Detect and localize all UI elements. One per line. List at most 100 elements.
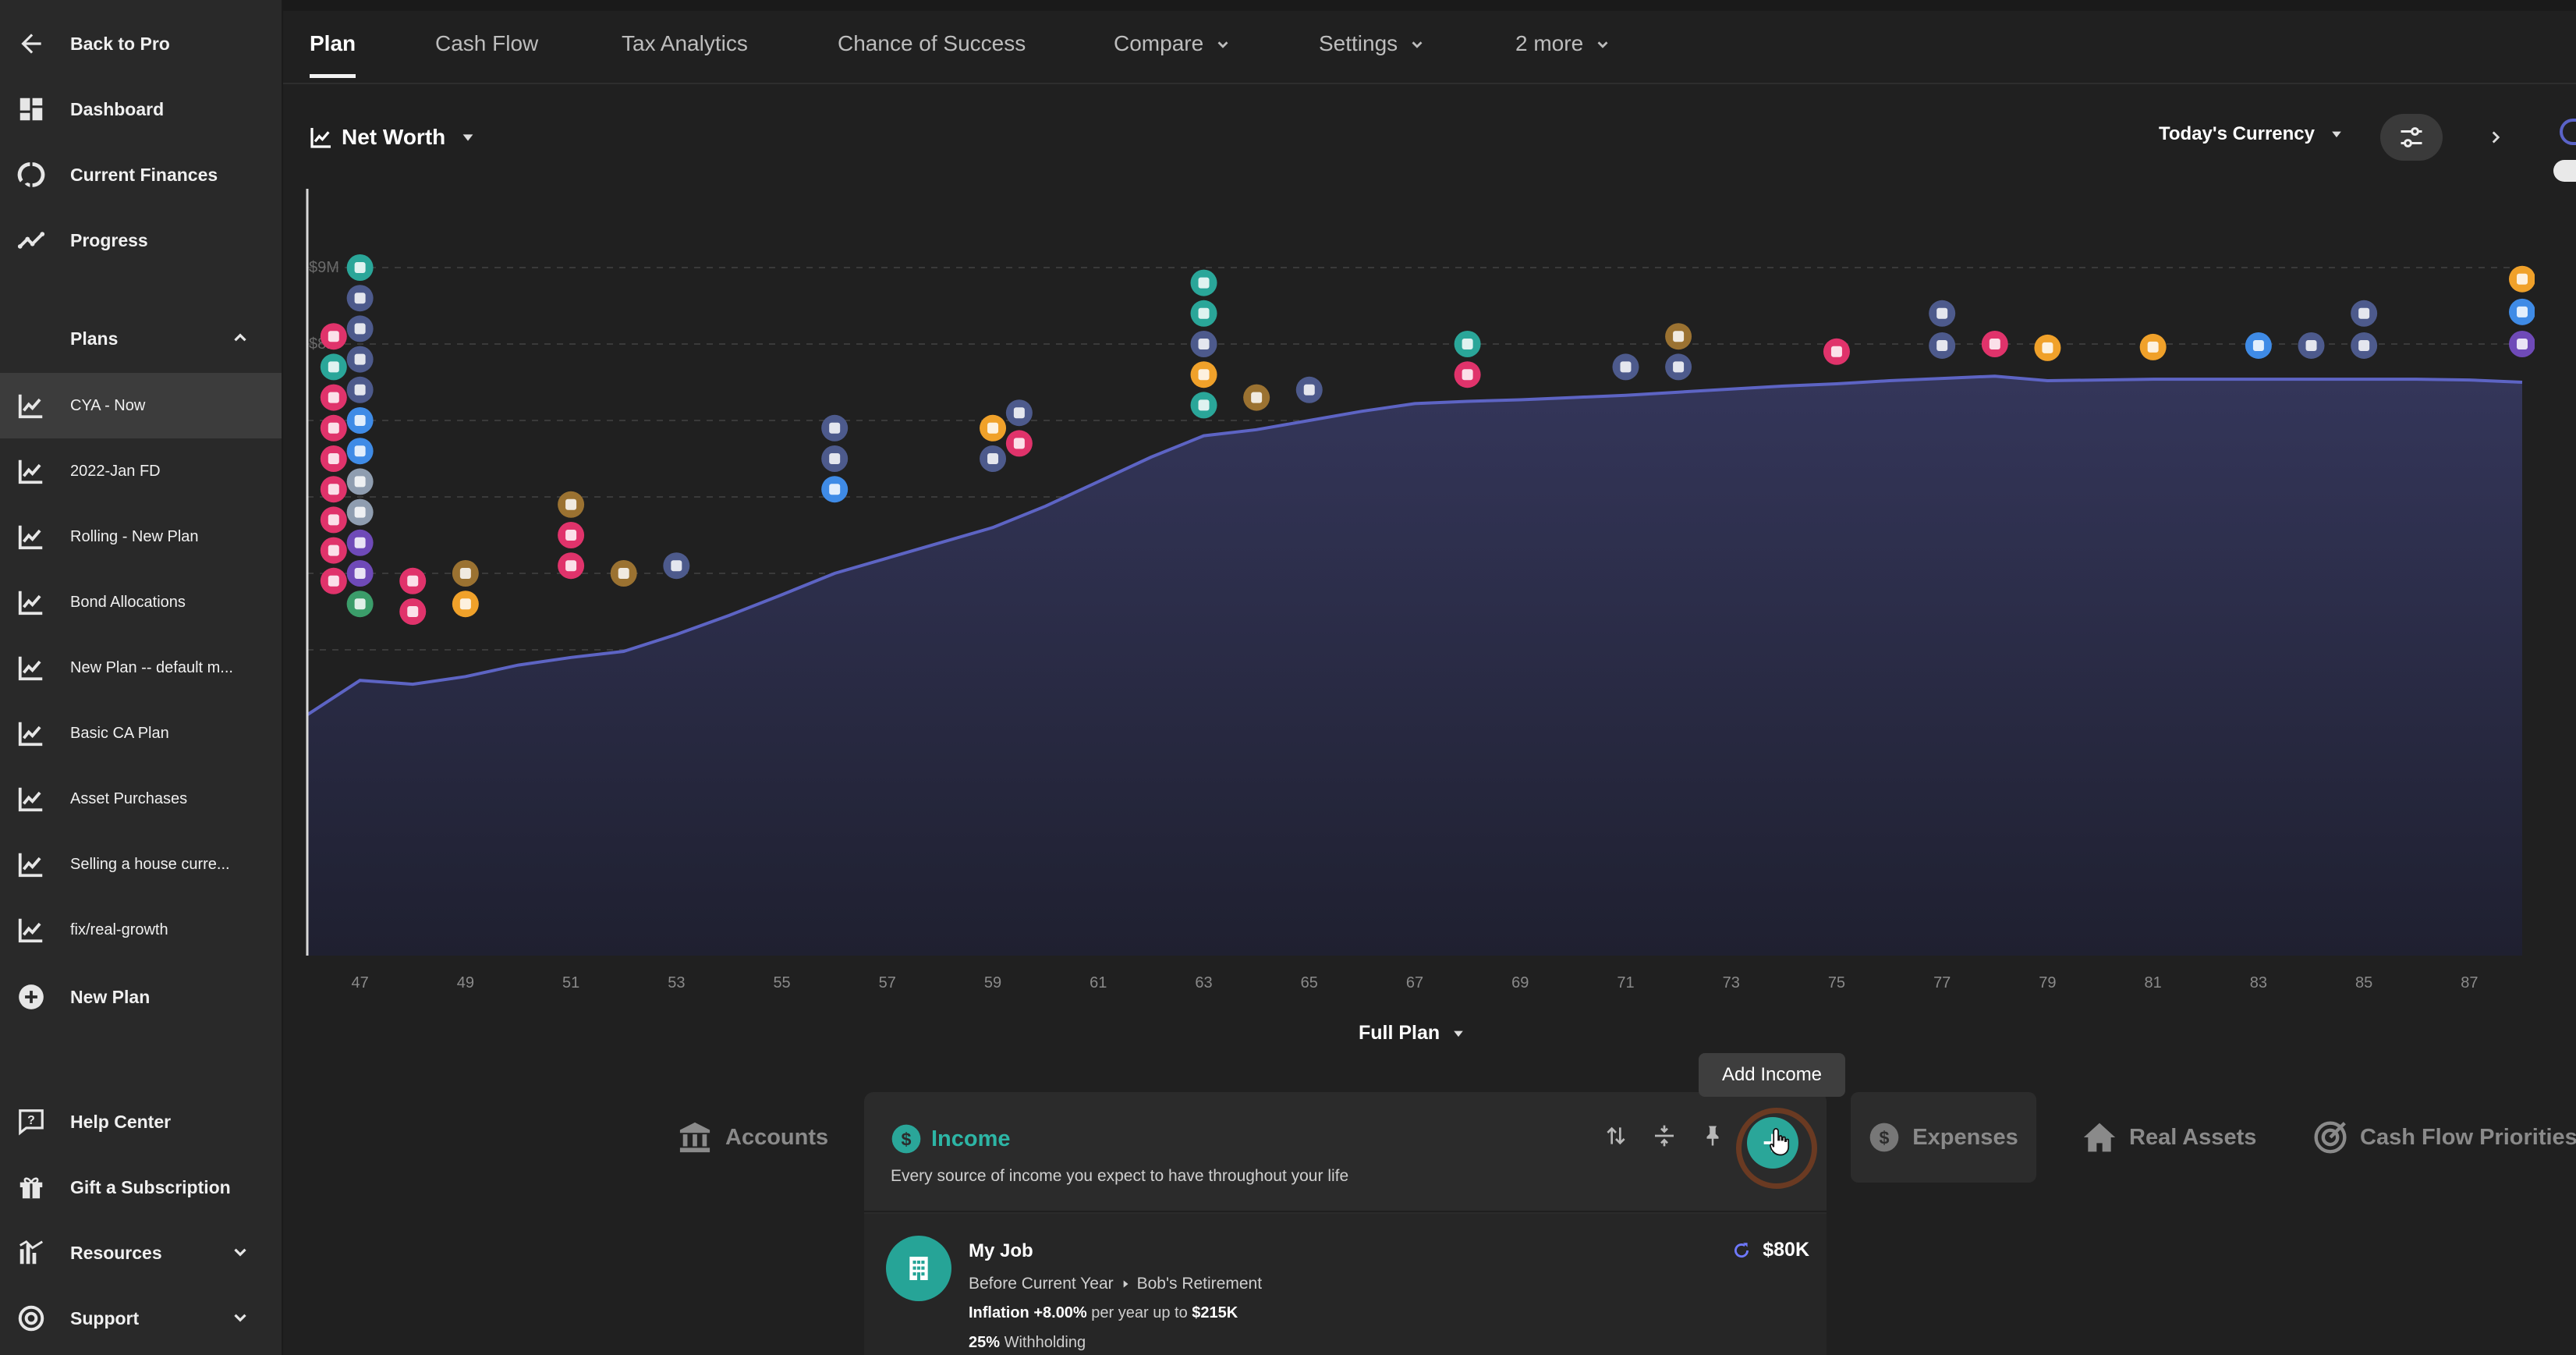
nav-resources[interactable]: Resources	[0, 1220, 282, 1286]
event-glyph	[1013, 407, 1025, 419]
event-glyph	[354, 262, 366, 273]
back-to-pro-link[interactable]: Back to Pro	[0, 11, 282, 76]
event-glyph	[1462, 369, 1473, 381]
top-tab-bar: Plan Cash Flow Tax Analytics Chance of S…	[283, 0, 2576, 84]
pin-icon	[1706, 1126, 1719, 1146]
tab-cash-flow[interactable]: Cash Flow	[435, 31, 538, 78]
plan-item[interactable]: 2022-Jan FD	[0, 438, 282, 504]
event-glyph	[354, 293, 366, 304]
plans-section-toggle[interactable]: Plans	[0, 306, 282, 371]
event-glyph	[2358, 339, 2370, 351]
tab-more[interactable]: 2 more	[1515, 31, 1611, 78]
range-selector[interactable]: Full Plan	[1359, 1022, 1466, 1045]
event-glyph	[1830, 346, 1842, 357]
range-label: Full Plan	[1359, 1022, 1440, 1044]
plan-item[interactable]: New Plan -- default m...	[0, 635, 282, 701]
chart-settings-button[interactable]	[2380, 114, 2443, 161]
y-tick-label: $9M	[309, 259, 339, 276]
new-plan-button[interactable]: New Plan	[0, 964, 282, 1030]
sort-button[interactable]	[1599, 1119, 1633, 1153]
event-glyph	[1936, 307, 1948, 319]
x-tick-label: 71	[1617, 974, 1634, 991]
start-label: Before Current Year	[969, 1275, 1114, 1293]
collapse-icon	[1655, 1125, 1674, 1147]
nav-support[interactable]: Support	[0, 1286, 282, 1351]
next-button[interactable]	[2480, 122, 2511, 153]
event-glyph	[1620, 361, 1632, 373]
chevron-down-icon	[1597, 41, 1608, 48]
plan-item[interactable]: Bond Allocations	[0, 569, 282, 635]
svg-text:?: ?	[27, 1114, 35, 1127]
plan-name: Asset Purchases	[70, 789, 188, 807]
metric-selector[interactable]: Net Worth	[309, 125, 477, 150]
dashboard-icon	[16, 94, 47, 125]
tab-plan[interactable]: Plan	[310, 31, 356, 78]
tab-settings[interactable]: Settings	[1319, 31, 1426, 78]
metric-label: Net Worth	[342, 125, 446, 149]
income-panel-title[interactable]: $ Income	[891, 1123, 1011, 1155]
sort-icon	[1607, 1126, 1625, 1145]
event-glyph	[354, 506, 366, 518]
category-expenses[interactable]: $ Expenses	[1851, 1092, 2036, 1183]
event-glyph	[354, 476, 366, 488]
event-glyph	[1989, 339, 2000, 349]
chart-icon	[16, 783, 47, 814]
event-glyph	[987, 453, 999, 464]
plan-item[interactable]: Asset Purchases	[0, 766, 282, 832]
nav-label: New Plan	[70, 986, 151, 1007]
collapse-button[interactable]	[1647, 1119, 1681, 1153]
caret-right-icon	[1123, 1280, 1129, 1288]
edge-toggle[interactable]	[2553, 160, 2576, 182]
category-label: Cash Flow Priorities	[2360, 1124, 2576, 1150]
nav-help-center[interactable]: ? Help Center	[0, 1089, 282, 1155]
event-glyph	[2305, 339, 2317, 351]
income-item-card[interactable]: My Job Before Current Year Bob's Retirem…	[864, 1214, 1827, 1355]
plan-item[interactable]: Rolling - New Plan	[0, 504, 282, 569]
chevron-up-icon	[234, 333, 246, 342]
event-glyph	[328, 422, 339, 434]
tab-label: Cash Flow	[435, 31, 539, 55]
nav-label: Back to Pro	[70, 33, 170, 54]
event-glyph	[354, 568, 366, 579]
nav-gift-subscription[interactable]: Gift a Subscription	[0, 1155, 282, 1220]
x-tick-label: 81	[2145, 974, 2162, 991]
event-glyph	[328, 331, 339, 342]
tab-compare[interactable]: Compare	[1114, 31, 1231, 78]
pin-button[interactable]	[1695, 1119, 1730, 1153]
nav-label: Gift a Subscription	[70, 1176, 231, 1197]
caret-down-icon	[2332, 131, 2341, 138]
event-glyph	[328, 484, 339, 495]
withholding-value: 25%	[969, 1334, 1001, 1351]
add-income-tooltip: Add Income	[1699, 1053, 1845, 1097]
x-tick-label: 57	[879, 974, 896, 991]
net-worth-area	[307, 376, 2522, 956]
nav-dashboard[interactable]: Dashboard	[0, 76, 282, 142]
tab-label: Tax Analytics	[622, 31, 748, 55]
tab-label: Settings	[1319, 31, 1398, 55]
nav-progress[interactable]: Progress	[0, 208, 282, 273]
tab-tax-analytics[interactable]: Tax Analytics	[622, 31, 748, 78]
plan-item[interactable]: fix/real-growth	[0, 897, 282, 963]
finances-icon	[16, 159, 47, 190]
currency-selector[interactable]: Today's Currency	[2159, 123, 2344, 145]
plan-item[interactable]: Selling a house curre...	[0, 832, 282, 897]
income-item-amount: $80K	[1731, 1239, 1809, 1261]
event-glyph	[328, 392, 339, 403]
category-cash-flow-priorities[interactable]: Cash Flow Priorities	[2313, 1092, 2576, 1183]
plans-header: Plans	[70, 328, 119, 349]
plan-item[interactable]: CYA - Now	[0, 373, 282, 438]
event-glyph	[328, 575, 339, 587]
refresh-icon	[1734, 1242, 1749, 1257]
tab-chance-of-success[interactable]: Chance of Success	[838, 31, 1026, 78]
arrow-left-icon	[16, 28, 47, 59]
category-accounts[interactable]: Accounts	[677, 1092, 828, 1183]
plan-item[interactable]: Basic CA Plan	[0, 701, 282, 766]
nav-label: Current Finances	[70, 164, 218, 185]
event-glyph	[459, 598, 471, 610]
category-real-assets[interactable]: Real Assets	[2082, 1092, 2256, 1183]
house-icon	[2083, 1123, 2116, 1152]
tab-label: Plan	[310, 31, 356, 55]
category-label: Income	[931, 1126, 1011, 1151]
tab-label: Chance of Success	[838, 31, 1026, 55]
nav-current-finances[interactable]: Current Finances	[0, 142, 282, 208]
